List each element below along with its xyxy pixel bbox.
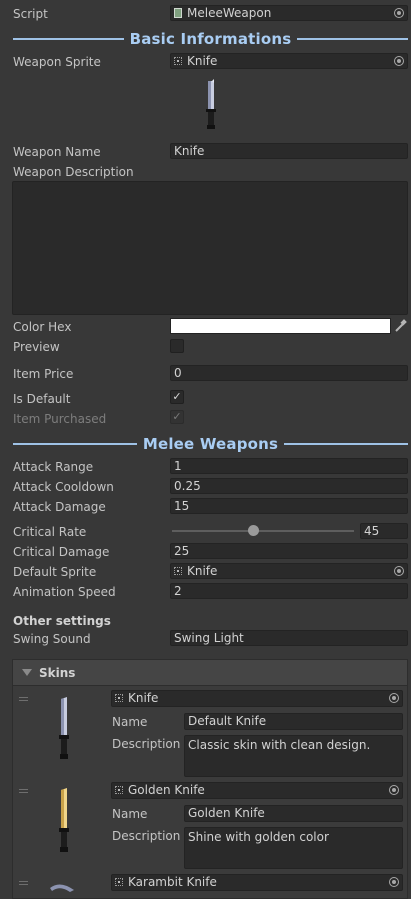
item-price-label: Item Price [13,367,74,381]
is-default-label: Is Default [13,392,71,406]
skin-sprite-field[interactable]: Golden Knife [111,782,403,799]
weapon-sprite-field[interactable]: Knife [170,53,408,69]
weapon-name-label: Weapon Name [13,145,101,159]
script-icon [174,8,182,18]
object-picker-icon[interactable] [394,56,404,66]
sprite-icon [174,57,182,65]
object-picker-icon[interactable] [394,8,404,18]
foldout-arrow-icon[interactable] [22,669,32,676]
script-field[interactable]: MeleeWeapon [170,5,408,21]
skin-name-input[interactable]: Golden Knife [184,805,403,822]
item-price-input[interactable]: 0 [170,365,408,381]
preview-checkbox[interactable] [170,339,184,353]
weapon-sprite-label: Weapon Sprite [13,55,101,69]
preview-label: Preview [13,340,60,354]
skin-sprite-value: Golden Knife [128,783,205,797]
script-label: Script [13,7,48,21]
object-picker-icon[interactable] [389,693,399,703]
sprite-icon [115,694,123,702]
knife-skin-sprite [59,697,69,759]
skin-sprite-field[interactable]: Karambit Knife [111,874,403,891]
critical-rate-input[interactable]: 45 [360,523,408,539]
skin-name-label: Name [112,715,148,729]
basic-informations-header: Basic Informations [13,29,408,49]
skins-foldout-header[interactable]: Skins [12,659,408,686]
critical-damage-label: Critical Damage [13,545,110,559]
weapon-description-textarea[interactable] [12,181,408,315]
other-settings-heading: Other settings [13,614,111,628]
sprite-icon [115,878,123,886]
item-purchased-label: Item Purchased [13,412,107,426]
critical-rate-slider-handle[interactable] [248,525,260,536]
color-hex-swatch[interactable] [170,318,391,334]
script-value: MeleeWeapon [187,6,272,20]
skin-sprite-value: Karambit Knife [128,875,217,889]
eyedropper-icon[interactable] [393,318,407,334]
color-hex-label: Color Hex [13,320,72,334]
skin-description-label: Description [112,737,181,751]
drag-handle-icon[interactable] [19,789,28,795]
attack-range-input[interactable]: 1 [170,458,408,474]
object-picker-icon[interactable] [389,877,399,887]
skin-name-label: Name [112,807,148,821]
critical-rate-slider-track[interactable] [172,530,354,532]
weapon-description-label: Weapon Description [13,165,134,179]
skin-sprite-field[interactable]: Knife [111,690,403,707]
skin-name-input[interactable]: Default Knife [184,713,403,730]
animation-speed-input[interactable]: 2 [170,583,408,599]
skin-description-textarea[interactable]: Classic skin with clean design. [184,735,403,777]
skin-sprite-value: Knife [128,691,159,705]
skins-title: Skins [39,666,76,680]
attack-cooldown-input[interactable]: 0.25 [170,478,408,494]
default-sprite-value: Knife [187,564,218,578]
object-picker-icon[interactable] [389,785,399,795]
weapon-name-input[interactable]: Knife [170,143,408,159]
basic-informations-title: Basic Informations [129,30,292,48]
is-default-checkbox[interactable]: ✓ [170,390,184,404]
default-sprite-label: Default Sprite [13,565,97,579]
melee-weapons-header: Melee Weapons [13,434,408,454]
swing-sound-input[interactable]: Swing Light [170,630,408,646]
attack-cooldown-label: Attack Cooldown [13,480,114,494]
drag-handle-icon[interactable] [19,881,28,887]
melee-weapons-title: Melee Weapons [142,435,279,453]
skin-description-textarea[interactable]: Shine with golden color [184,827,403,869]
default-sprite-field[interactable]: Knife [170,563,408,579]
attack-range-label: Attack Range [13,460,94,474]
swing-sound-label: Swing Sound [13,632,91,646]
sprite-icon [115,786,123,794]
skin-description-label: Description [112,829,181,843]
object-picker-icon[interactable] [394,566,404,576]
weapon-sprite-value: Knife [187,54,218,68]
animation-speed-label: Animation Speed [13,585,116,599]
critical-rate-label: Critical Rate [13,525,87,539]
attack-damage-label: Attack Damage [13,500,106,514]
attack-damage-input[interactable]: 15 [170,498,408,514]
item-purchased-checkbox: ✓ [170,410,184,424]
sprite-icon [174,567,182,575]
karambit-knife-skin-sprite [50,884,74,892]
knife-sprite-preview [206,79,216,129]
golden-knife-skin-sprite [59,788,69,852]
critical-damage-input[interactable]: 25 [170,543,408,559]
drag-handle-icon[interactable] [19,697,28,703]
